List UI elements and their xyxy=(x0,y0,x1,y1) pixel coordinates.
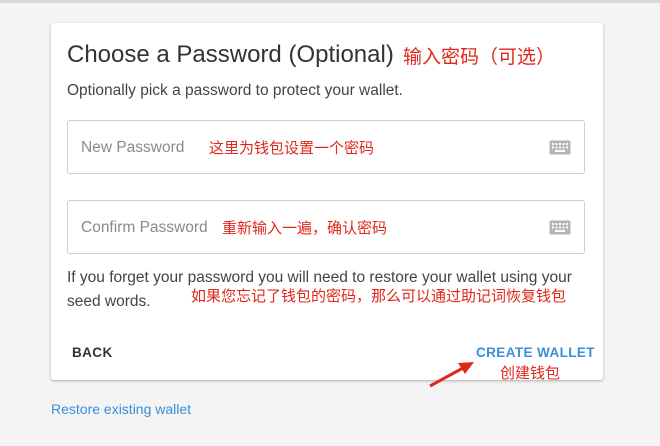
confirm-password-placeholder: Confirm Password xyxy=(81,219,208,236)
keyboard-icon[interactable] xyxy=(549,140,571,155)
annotation-arrow-icon xyxy=(429,362,474,388)
create-wallet-button[interactable]: CREATE WALLET xyxy=(476,345,595,360)
forget-note-annotation: 如果您忘记了钱包的密码，那么可以通过助记词恢复钱包 xyxy=(191,287,567,305)
restore-wallet-link[interactable]: Restore existing wallet xyxy=(51,401,191,417)
top-divider xyxy=(0,0,660,3)
title-annotation: 输入密码（可选） xyxy=(403,46,556,68)
password-card: Choose a Password (Optional) 输入密码（可选） Op… xyxy=(51,23,603,382)
back-button[interactable]: BACK xyxy=(72,345,113,360)
keyboard-icon[interactable] xyxy=(549,220,571,235)
confirm-password-annotation: 重新输入一遍，确认密码 xyxy=(222,219,388,237)
new-password-field[interactable]: New Password 这里为钱包设置一个密码 xyxy=(67,120,585,174)
page-title: Choose a Password (Optional) xyxy=(67,41,394,68)
new-password-placeholder: New Password xyxy=(81,139,185,156)
new-password-annotation: 这里为钱包设置一个密码 xyxy=(209,139,375,157)
confirm-password-field[interactable]: Confirm Password 重新输入一遍，确认密码 xyxy=(67,200,585,254)
subtitle: Optionally pick a password to protect yo… xyxy=(67,82,403,99)
create-wallet-annotation: 创建钱包 xyxy=(500,364,561,382)
